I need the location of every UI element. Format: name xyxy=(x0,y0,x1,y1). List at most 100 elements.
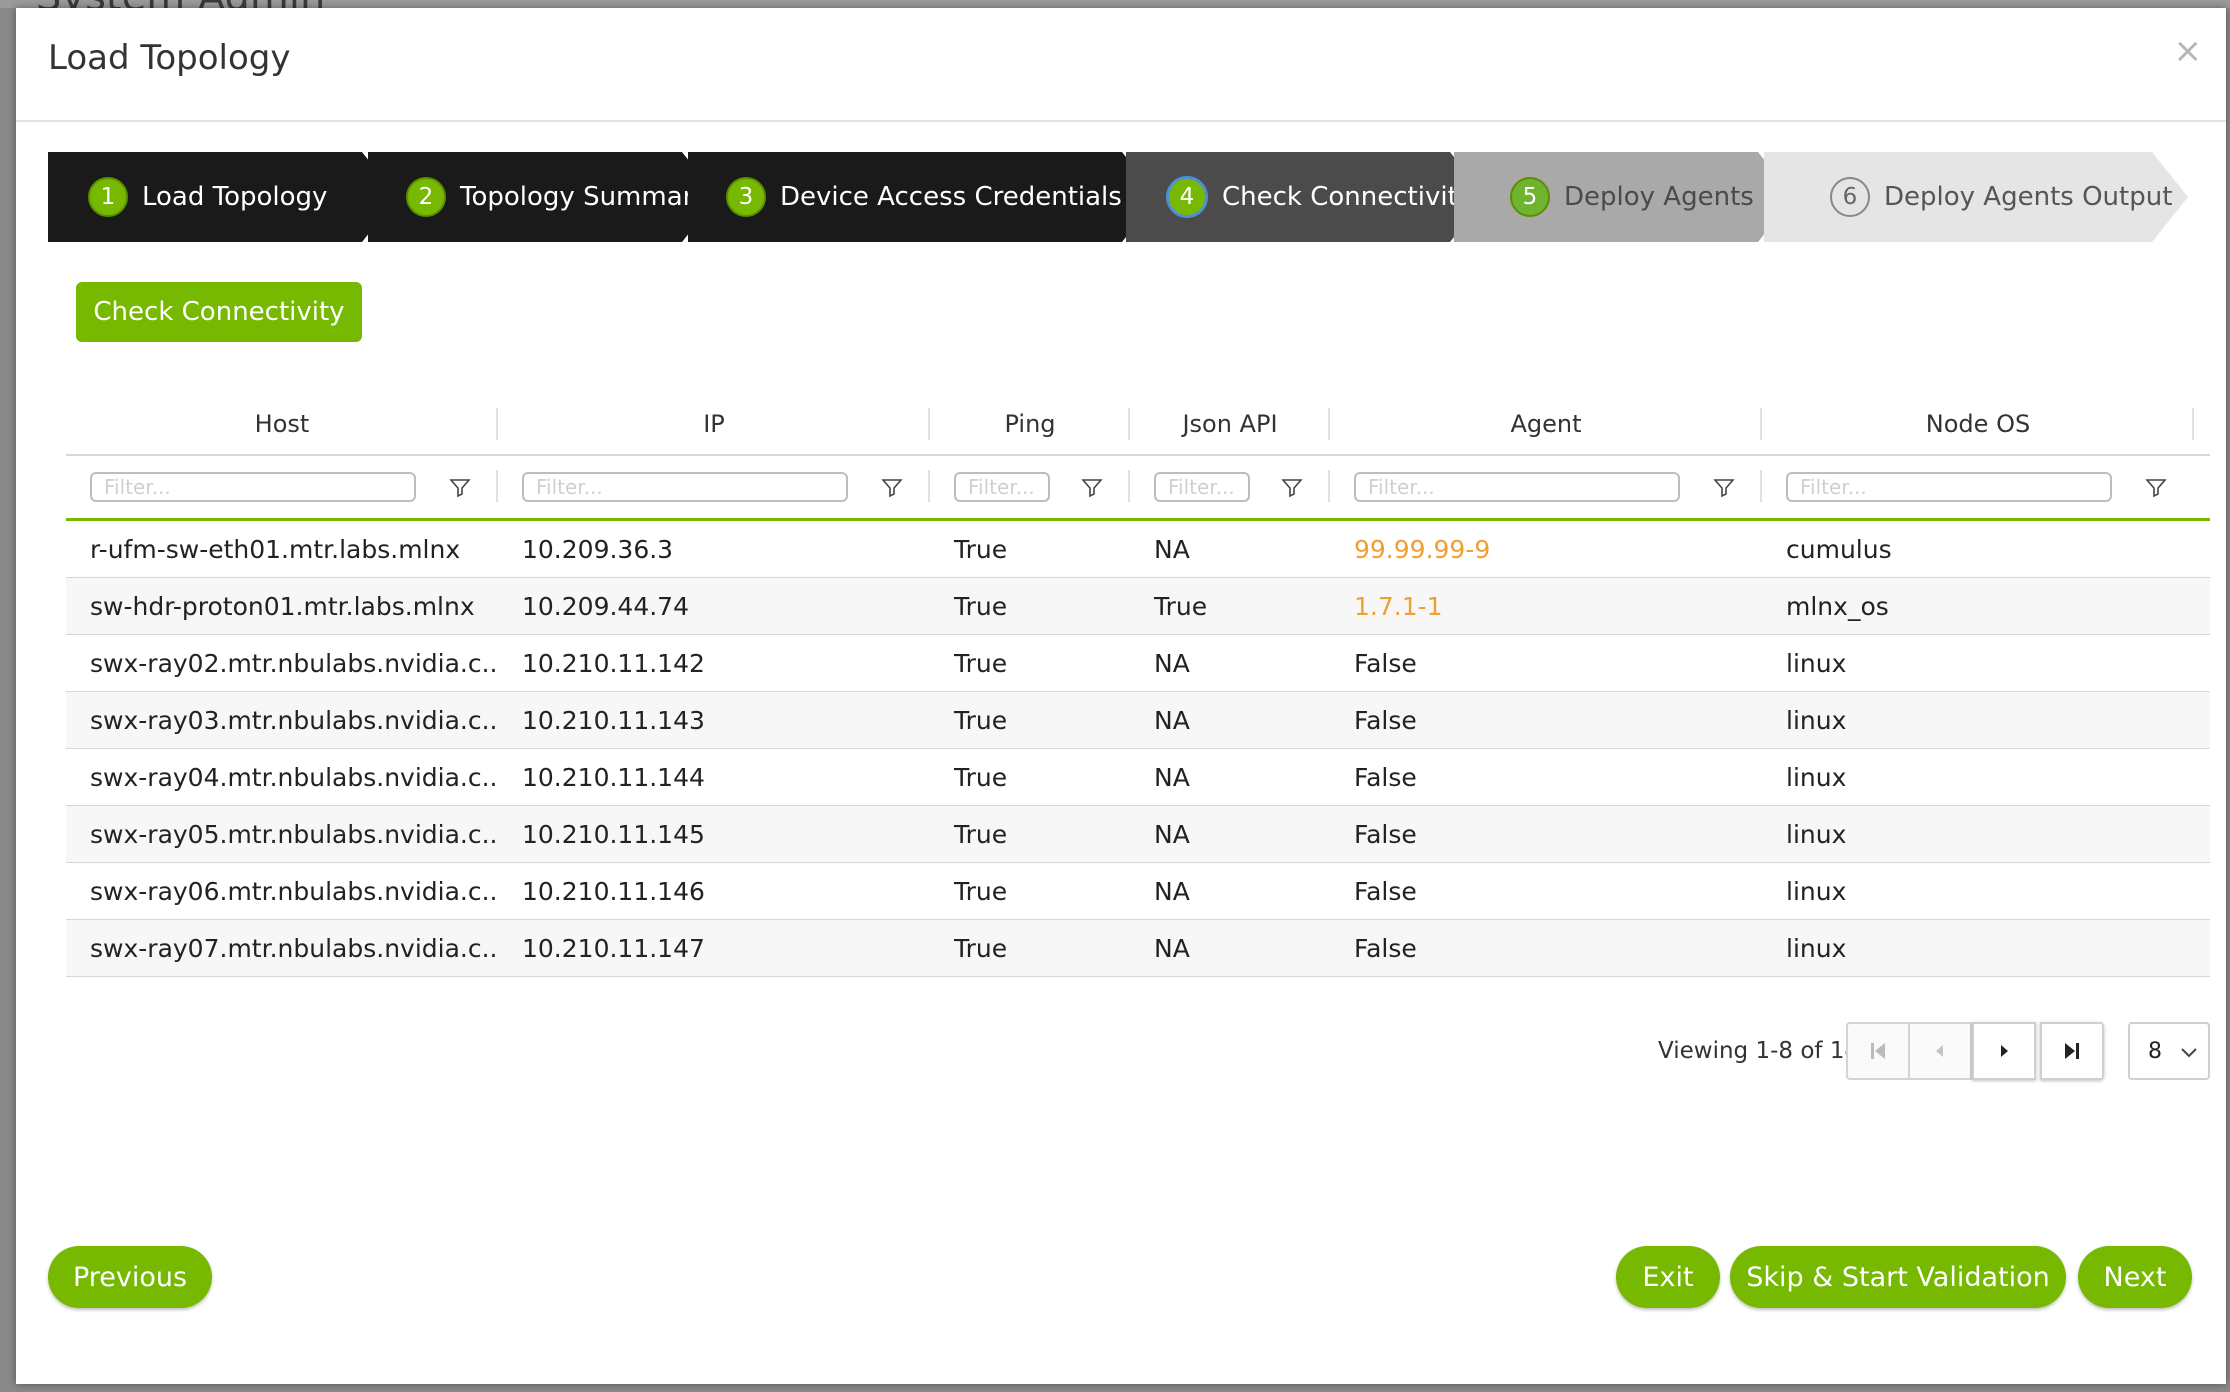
wizard-step-deploy-agents[interactable]: 5 Deploy Agents xyxy=(1454,152,1794,242)
column-label: Node OS xyxy=(1925,410,2031,438)
node-os-filter-input[interactable] xyxy=(1786,472,2112,502)
step-number: 2 xyxy=(406,177,446,217)
filter-cell-host xyxy=(66,456,498,518)
wizard-step-load-topology[interactable]: 1 Load Topology xyxy=(48,152,398,242)
json-api-filter-input[interactable] xyxy=(1154,472,1250,502)
next-page-icon xyxy=(2001,1045,2008,1057)
close-icon[interactable]: × xyxy=(2174,34,2203,68)
pagination-status: Viewing 1-8 of 14 xyxy=(1658,1038,1860,1064)
cell-ping: True xyxy=(954,762,1008,792)
step-label: Load Topology xyxy=(142,182,328,212)
filter-icon[interactable] xyxy=(448,476,472,500)
cell-ping: True xyxy=(954,591,1008,621)
previous-page-button[interactable] xyxy=(1908,1022,1972,1080)
wizard-step-device-access-credentials[interactable]: 3 Device Access Credentials xyxy=(688,152,1158,242)
step-number: 3 xyxy=(726,177,766,217)
next-button[interactable]: Next xyxy=(2078,1246,2192,1308)
table-row[interactable]: swx-ray03.mtr.nbulabs.nvidia.c... 10.210.… xyxy=(66,692,2210,749)
previous-button[interactable]: Previous xyxy=(48,1246,212,1308)
dialog-title: Load Topology xyxy=(48,38,291,78)
column-label: Host xyxy=(254,410,310,438)
cell-node-os: linux xyxy=(1786,876,1847,906)
cell-host: r-ufm-sw-eth01.mtr.labs.mlnx xyxy=(90,534,461,564)
next-page-button[interactable] xyxy=(1972,1022,2036,1080)
host-filter-input[interactable] xyxy=(90,472,416,502)
cell-ip: 10.210.11.143 xyxy=(522,705,705,735)
previous-page-icon xyxy=(1936,1045,1943,1057)
cell-agent: False xyxy=(1354,819,1417,849)
cell-ping: True xyxy=(954,534,1008,564)
ping-filter-input[interactable] xyxy=(954,472,1050,502)
step-label: Check Connectivity xyxy=(1222,182,1474,212)
wizard-step-topology-summary[interactable]: 2 Topology Summary xyxy=(368,152,718,242)
check-connectivity-button[interactable]: Check Connectivity xyxy=(76,282,362,342)
chevron-down-icon xyxy=(2181,1048,2197,1058)
filter-row xyxy=(66,456,2210,521)
load-topology-dialog: Load Topology × 1 Load Topology 2 Topolo… xyxy=(16,8,2226,1384)
table-row[interactable]: r-ufm-sw-eth01.mtr.labs.mlnx 10.209.36.3 T… xyxy=(66,521,2210,578)
last-page-button[interactable] xyxy=(2040,1022,2104,1080)
wizard-step-check-connectivity[interactable]: 4 Check Connectivity xyxy=(1126,152,1486,242)
table-row[interactable]: sw-hdr-proton01.mtr.labs.mlnx 10.209.44.7… xyxy=(66,578,2210,635)
cell-ping: True xyxy=(954,648,1008,678)
agent-filter-input[interactable] xyxy=(1354,472,1680,502)
cell-ip: 10.210.11.146 xyxy=(522,876,705,906)
last-page-icon xyxy=(2065,1043,2079,1059)
cell-node-os: linux xyxy=(1786,705,1847,735)
filter-icon[interactable] xyxy=(1280,476,1304,500)
cell-host: swx-ray07.mtr.nbulabs.nvidia.c... xyxy=(90,933,498,963)
cell-json-api: NA xyxy=(1154,534,1190,564)
column-header-json-api[interactable]: Json API xyxy=(1130,394,1330,454)
cell-ip: 10.210.11.144 xyxy=(522,762,705,792)
step-number: 1 xyxy=(88,177,128,217)
column-label: Ping xyxy=(1004,410,1056,438)
cell-node-os: cumulus xyxy=(1786,534,1892,564)
cell-agent: False xyxy=(1354,876,1417,906)
column-header-node-os[interactable]: Node OS xyxy=(1762,394,2194,454)
cell-ping: True xyxy=(954,876,1008,906)
skip-and-start-validation-button[interactable]: Skip & Start Validation xyxy=(1730,1246,2066,1308)
first-page-icon xyxy=(1871,1043,1885,1059)
cell-node-os: linux xyxy=(1786,933,1847,963)
filter-icon[interactable] xyxy=(1080,476,1104,500)
first-page-button[interactable] xyxy=(1846,1022,1910,1080)
cell-ip: 10.210.11.147 xyxy=(522,933,705,963)
cell-ping: True xyxy=(954,933,1008,963)
filter-icon[interactable] xyxy=(2144,476,2168,500)
table-body: r-ufm-sw-eth01.mtr.labs.mlnx 10.209.36.3 T… xyxy=(66,521,2210,977)
connectivity-table: Host IP Ping Json API Agent Node OS Filt… xyxy=(66,394,2210,977)
cell-json-api: True xyxy=(1154,591,1208,621)
page-size-select[interactable]: 8 xyxy=(2128,1022,2210,1080)
wizard-step-deploy-agents-output[interactable]: 6 Deploy Agents Output xyxy=(1764,152,2188,242)
filter-cell-ip xyxy=(498,456,930,518)
cell-json-api: NA xyxy=(1154,648,1190,678)
filter-cell-json-api xyxy=(1130,456,1330,518)
table-row[interactable]: swx-ray04.mtr.nbulabs.nvidia.c... 10.210.… xyxy=(66,749,2210,806)
filter-icon[interactable] xyxy=(1712,476,1736,500)
column-header-ip[interactable]: IP xyxy=(498,394,930,454)
table-row[interactable]: swx-ray02.mtr.nbulabs.nvidia.c... 10.210.… xyxy=(66,635,2210,692)
ip-filter-input[interactable] xyxy=(522,472,848,502)
cell-ping: True xyxy=(954,705,1008,735)
column-header-ping[interactable]: Ping xyxy=(930,394,1130,454)
dialog-header: Load Topology × xyxy=(16,8,2226,122)
cell-host: swx-ray06.mtr.nbulabs.nvidia.c... xyxy=(90,876,498,906)
cell-agent: False xyxy=(1354,933,1417,963)
column-header-agent[interactable]: Agent xyxy=(1330,394,1762,454)
filter-icon[interactable] xyxy=(880,476,904,500)
cell-json-api: NA xyxy=(1154,762,1190,792)
cell-node-os: linux xyxy=(1786,648,1847,678)
column-label: Json API xyxy=(1182,410,1278,438)
table-row[interactable]: swx-ray06.mtr.nbulabs.nvidia.c... 10.210.… xyxy=(66,863,2210,920)
step-number: 4 xyxy=(1166,176,1208,218)
cell-host: swx-ray02.mtr.nbulabs.nvidia.c... xyxy=(90,648,498,678)
filter-cell-ping xyxy=(930,456,1130,518)
table-row[interactable]: swx-ray07.mtr.nbulabs.nvidia.c... 10.210.… xyxy=(66,920,2210,977)
cell-ip: 10.210.11.142 xyxy=(522,648,705,678)
table-row[interactable]: swx-ray05.mtr.nbulabs.nvidia.c... 10.210.… xyxy=(66,806,2210,863)
column-label: IP xyxy=(703,410,725,438)
column-header-host[interactable]: Host xyxy=(66,394,498,454)
exit-button[interactable]: Exit xyxy=(1616,1246,1720,1308)
cell-agent: 1.7.1-1 xyxy=(1354,591,1443,621)
cell-ip: 10.209.36.3 xyxy=(522,534,674,564)
